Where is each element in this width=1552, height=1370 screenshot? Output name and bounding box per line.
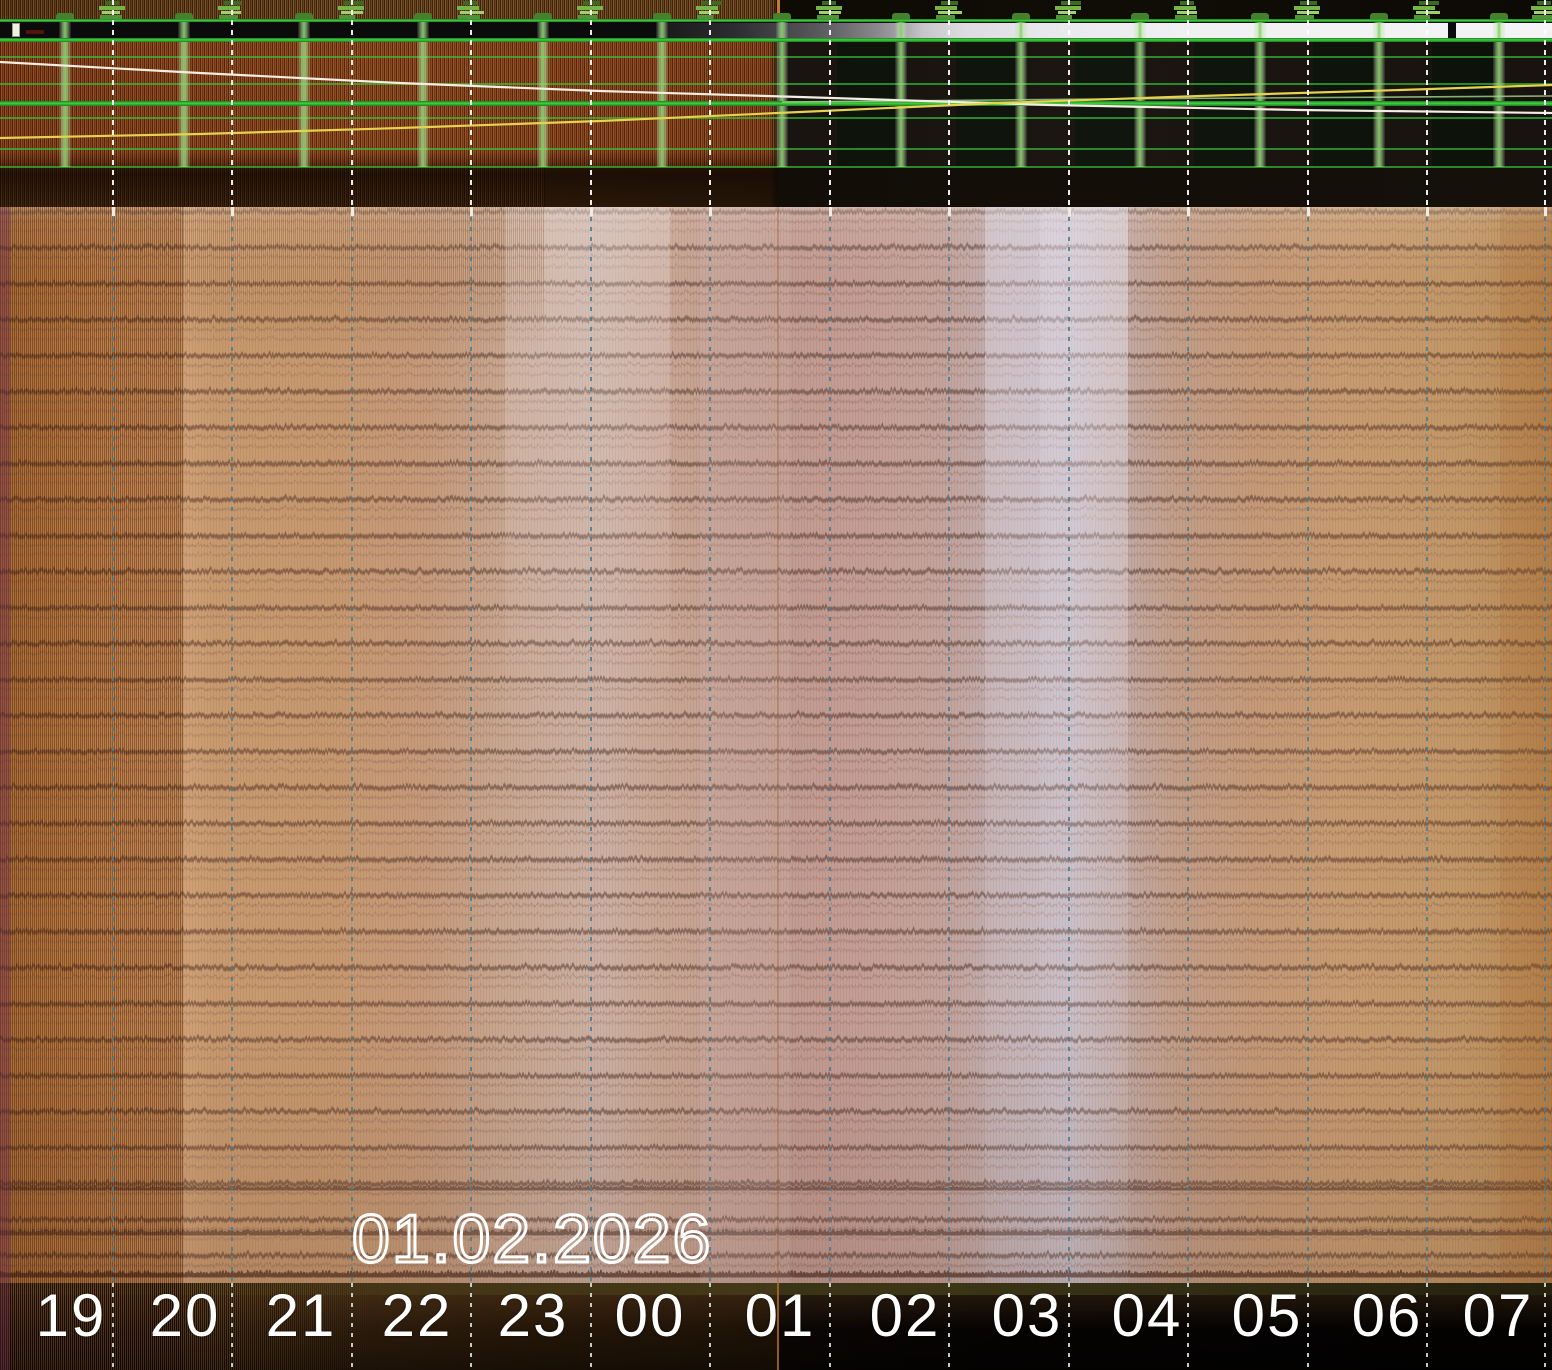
hour-gridline-bottom: [590, 1283, 592, 1370]
hour-gridline-upper: [470, 0, 472, 207]
hour-gridline-bottom: [829, 1283, 831, 1370]
hour-label: 07: [1463, 1286, 1534, 1346]
hour-gridline-lower: [829, 207, 831, 1283]
hour-tick: [1307, 207, 1310, 216]
hour-label: 22: [382, 1286, 453, 1346]
hour-tick: [112, 207, 115, 216]
hour-gridline-upper: [1426, 0, 1428, 207]
hour-label: 00: [615, 1286, 686, 1346]
hour-gridline-upper: [112, 0, 114, 207]
hour-gridline-lower: [1307, 207, 1309, 1283]
hour-gridline-lower: [1544, 207, 1546, 1283]
hour-gridline-upper: [1544, 0, 1546, 207]
hour-gridline-bottom: [470, 1283, 472, 1370]
hour-tick: [948, 207, 951, 216]
hour-gridline-upper: [1307, 0, 1309, 207]
daily-spectrogram-view: 01.02.2026 19 20 21 22 23 00 01 02 03 04 05 06 07: [0, 0, 1552, 1370]
hour-tick: [1187, 207, 1190, 216]
hour-tick: [231, 207, 234, 216]
hour-gridline-bottom: [1307, 1283, 1309, 1370]
hour-gridline-lower: [470, 207, 472, 1283]
hour-gridline-bottom: [1544, 1283, 1546, 1370]
hour-tick: [1426, 207, 1429, 216]
waterfall-mid-stripe-band: [183, 207, 545, 357]
date-annotation: 01.02.2026: [0, 1196, 1552, 1286]
hour-gridline-bottom: [1426, 1283, 1428, 1370]
hour-label: 19: [36, 1286, 107, 1346]
hour-gridline-upper: [1068, 0, 1070, 207]
hour-gridline-upper: [948, 0, 950, 207]
hour-gridline-lower: [112, 207, 114, 1283]
hour-tick: [470, 207, 473, 216]
hour-gridline-lower: [948, 207, 950, 1283]
hour-gridline-upper: [1187, 0, 1189, 207]
hour-gridline-bottom: [1068, 1283, 1070, 1370]
hour-gridline-bottom: [948, 1283, 950, 1370]
hour-label: 04: [1112, 1286, 1183, 1346]
hour-gridline-lower: [709, 207, 711, 1283]
hour-tick: [709, 207, 712, 216]
hour-label: 20: [150, 1286, 221, 1346]
hour-label: 23: [498, 1286, 569, 1346]
hour-label: 05: [1232, 1286, 1303, 1346]
hour-gridline-upper: [829, 0, 831, 207]
hour-label: 21: [266, 1286, 337, 1346]
hour-gridline-lower: [351, 207, 353, 1283]
hour-gridline-bottom: [1187, 1283, 1189, 1370]
hour-tick: [829, 207, 832, 216]
hour-gridline-lower: [231, 207, 233, 1283]
hour-gridline-bottom: [112, 1283, 114, 1370]
hour-label: 06: [1352, 1286, 1423, 1346]
hour-gridline-lower: [590, 207, 592, 1283]
hour-label: 03: [992, 1286, 1063, 1346]
hour-tick: [590, 207, 593, 216]
hour-tick: [1068, 207, 1071, 216]
hour-gridline-upper: [351, 0, 353, 207]
light-band-0300: [1040, 207, 1128, 1283]
hour-gridline-bottom: [709, 1283, 711, 1370]
hour-label: 02: [870, 1286, 941, 1346]
hour-gridline-lower: [1426, 207, 1428, 1283]
hour-gridline-bottom: [231, 1283, 233, 1370]
hour-gridline-upper: [590, 0, 592, 207]
hour-gridline-bottom: [351, 1283, 353, 1370]
hour-gridline-upper: [709, 0, 711, 207]
hour-tick: [1544, 207, 1547, 216]
hour-gridline-lower: [1068, 207, 1070, 1283]
light-band-0230: [985, 207, 1040, 1283]
day-boundary-seam: [777, 207, 779, 1283]
hour-label: 01: [745, 1286, 816, 1346]
date-text: 01.02.2026: [352, 1201, 712, 1277]
hour-tick: [351, 207, 354, 216]
hour-gridline-lower: [1187, 207, 1189, 1283]
hour-gridline-upper: [231, 0, 233, 207]
